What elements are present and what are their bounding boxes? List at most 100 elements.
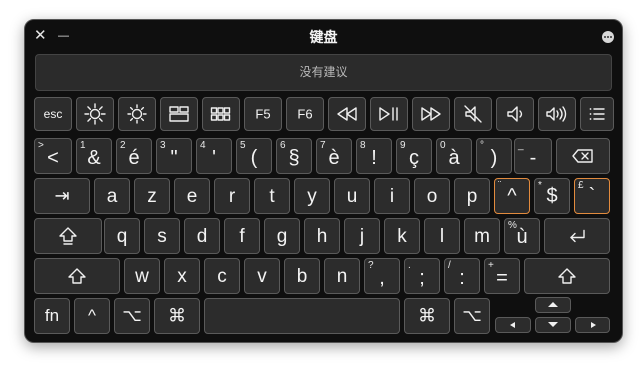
key-z[interactable]: z [134,178,170,214]
left-shift-key[interactable] [34,258,120,294]
key-label: x [177,266,187,287]
key-num-9[interactable]: 9ç [396,138,432,174]
function-key-volume-down[interactable] [496,97,534,131]
left-option-key[interactable]: ⌥ [114,298,150,334]
right-option-key[interactable]: ⌥ [454,298,490,334]
more-options-icon[interactable] [602,31,614,43]
key-num-6[interactable]: 6 § [276,138,312,174]
key-o[interactable]: o [414,178,450,214]
key-num-12[interactable]: _ - [514,138,552,174]
shift-icon [68,268,86,284]
key-label: n [336,266,348,287]
arrow-left-key[interactable] [495,317,531,333]
key-k[interactable]: k [384,218,420,254]
key-label: à [448,147,460,169]
key-label: : [459,267,465,289]
key-y[interactable]: y [294,178,330,214]
delete-key[interactable] [556,138,610,174]
function-key-volume-up[interactable] [538,97,576,131]
key-num-5[interactable]: 5( [236,138,272,174]
function-key-mute[interactable] [454,97,492,131]
function-key-play-pause[interactable] [370,97,408,131]
key-d[interactable]: d [184,218,220,254]
key-label: q [116,226,128,247]
right-command-key[interactable]: ⌘ [404,298,450,334]
function-key-brightness-down[interactable] [76,97,114,131]
key-punct-3[interactable]: + = [484,258,520,294]
key-label: = [496,267,508,289]
arrow-right-key[interactable] [575,317,610,333]
key-num-3[interactable]: 3 " [156,138,192,174]
caps-lock-key[interactable] [34,218,102,254]
left-command-key[interactable]: ⌘ [154,298,200,334]
function-key-esc[interactable]: esc [34,97,72,131]
key-label: ⌘ [168,305,186,326]
tab-key[interactable]: ⇥ [34,178,90,214]
key-label: ` [588,185,596,207]
key-num-10[interactable]: 0à [436,138,472,174]
key-s[interactable]: s [144,218,180,254]
keyboard-viewer-window: ✕ — 键盘 没有建议 esc F5 F6 > <1 & 2 é 3 " 4 ' 5(6 § 7 è 8! 9 ç 0… [24,19,623,343]
key-punct-1[interactable]: .; [404,258,440,294]
right-shift-key[interactable] [524,258,610,294]
function-key-mission-control[interactable] [160,97,198,131]
key-num-8[interactable]: 8! [356,138,392,174]
caps-lock-icon [59,227,77,245]
key-i[interactable]: i [374,178,410,214]
key-label: j [359,226,365,247]
key-g[interactable]: g [264,218,300,254]
function-key-menu[interactable] [580,97,614,131]
key-l[interactable]: l [424,218,460,254]
key-extra-0[interactable]: ¨ ^ [494,178,530,214]
key-punct-2[interactable]: /: [444,258,480,294]
function-key-brightness-up[interactable] [118,97,156,131]
key-u[interactable]: u [334,178,370,214]
key-x[interactable]: x [164,258,200,294]
key-q[interactable]: q [104,218,140,254]
control-key[interactable]: ^ [74,298,110,334]
key-num-2[interactable]: 2é [116,138,152,174]
function-key-launchpad[interactable] [202,97,240,131]
key-num-7[interactable]: 7è [316,138,352,174]
key-m[interactable]: m [464,218,500,254]
fn-key[interactable]: fn [34,298,70,334]
key-label: k [397,226,407,247]
key-num-11[interactable]: °) [476,138,512,174]
arrow-down-key[interactable] [535,317,571,333]
key-e[interactable]: e [174,178,210,214]
function-key-F6[interactable]: F6 [286,97,324,131]
key-label: u [346,186,358,207]
key-n[interactable]: n [324,258,360,294]
key-label: ⇥ [54,185,70,206]
function-key-F5[interactable]: F5 [244,97,282,131]
function-key-rewind[interactable] [328,97,366,131]
volume-down-icon [507,106,523,122]
function-key-fast-forward[interactable] [412,97,450,131]
key-p[interactable]: p [454,178,490,214]
return-key[interactable] [544,218,610,254]
key-label: g [276,226,288,247]
key-r[interactable]: r [214,178,250,214]
space-bar[interactable] [204,298,400,334]
key-extra-2[interactable]: £ ` [574,178,610,214]
key-f[interactable]: f [224,218,260,254]
key-label: , [379,267,385,289]
key-num-1[interactable]: 1 & [76,138,112,174]
key-a[interactable]: a [94,178,130,214]
key-label: d [196,226,208,247]
key-c[interactable]: c [204,258,240,294]
key-t[interactable]: t [254,178,290,214]
key-b[interactable]: b [284,258,320,294]
key-label: o [426,186,438,207]
key-extra-1[interactable]: * $ [534,178,570,214]
key-j[interactable]: j [344,218,380,254]
key-u-grave[interactable]: % ù [504,218,540,254]
key-punct-0[interactable]: ?, [364,258,400,294]
key-label: ^ [88,306,96,325]
key-w[interactable]: w [124,258,160,294]
key-v[interactable]: v [244,258,280,294]
arrow-up-key[interactable] [535,297,571,313]
key-less-than[interactable]: > < [34,138,72,174]
key-h[interactable]: h [304,218,340,254]
key-num-4[interactable]: 4 ' [196,138,232,174]
